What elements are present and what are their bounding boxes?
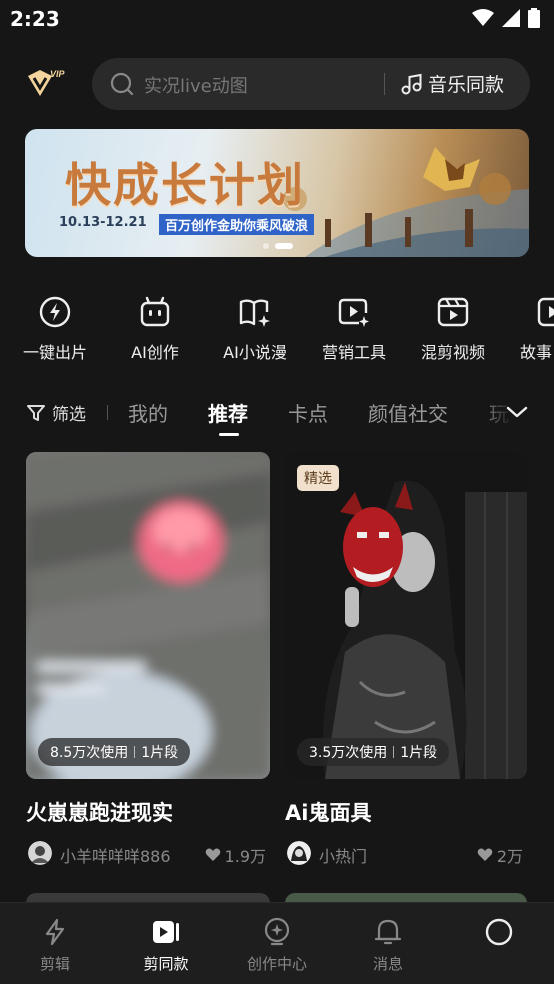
usage-chip: 8.5万次使用 1片段 bbox=[38, 738, 191, 766]
nav-label: 剪辑 bbox=[39, 955, 70, 973]
usage-count: 8.5万次使用 bbox=[50, 745, 129, 761]
blurred-preview bbox=[26, 452, 270, 779]
search-placeholder[interactable]: 实况live动图 bbox=[144, 72, 248, 98]
lightning-circle-icon bbox=[39, 296, 71, 328]
tab-mine[interactable]: 我的 bbox=[128, 398, 168, 427]
heart-icon bbox=[477, 848, 493, 861]
author-name[interactable]: 小羊咩咩咩886 bbox=[60, 843, 171, 867]
play-box-icon bbox=[537, 297, 554, 327]
category-tabs: 筛选 我的 推荐 卡点 颜值社交 玩 bbox=[0, 392, 554, 442]
search-icon bbox=[110, 72, 134, 96]
usage-separator bbox=[393, 746, 395, 758]
tool-quick-make[interactable]: 一键出片 bbox=[7, 290, 103, 363]
nav-profile[interactable] bbox=[444, 917, 554, 953]
tools-row: 一键出片 AI创作 AI小说漫 营销工具 混剪视频 故事 bbox=[0, 290, 554, 370]
like-count-value: 1.9万 bbox=[224, 847, 266, 866]
filter-button[interactable]: 筛选 bbox=[26, 400, 86, 425]
music-match-label: 音乐同款 bbox=[428, 74, 505, 96]
play-sparkle-icon bbox=[338, 298, 369, 327]
nav-label: 创作中心 bbox=[246, 955, 307, 973]
chevron-down-icon[interactable] bbox=[506, 405, 528, 419]
segment-count: 1片段 bbox=[141, 745, 179, 761]
bottom-nav: 剪辑 剪同款 创作中心 消息 bbox=[0, 902, 554, 984]
tool-label: AI创作 bbox=[131, 343, 179, 362]
tool-ai-create[interactable]: AI创作 bbox=[107, 290, 203, 363]
pager-dot bbox=[263, 243, 269, 249]
template-meta: 小羊咩咩咩886 1.9万 bbox=[26, 841, 270, 867]
tool-label: 混剪视频 bbox=[420, 343, 485, 362]
template-card[interactable]: 精选 3.5万次使用 1片段 Ai鬼面具 小热门 2万 bbox=[285, 452, 527, 867]
tool-label: 故事 bbox=[520, 343, 553, 362]
status-time: 2:23 bbox=[10, 7, 60, 31]
creator-bulb-icon bbox=[264, 917, 290, 946]
tab-divider bbox=[107, 405, 108, 420]
banner-slogan: 百万创作金助你乘风破浪 bbox=[159, 214, 315, 235]
promo-banner[interactable]: 快成长计划 10.13-12.21 百万创作金助你乘风破浪 bbox=[25, 129, 529, 257]
tool-marketing[interactable]: 营销工具 bbox=[306, 290, 402, 363]
usage-count: 3.5万次使用 bbox=[309, 745, 388, 761]
music-note-icon bbox=[401, 73, 422, 94]
like-count[interactable]: 1.9万 bbox=[205, 843, 266, 867]
tool-mix-video[interactable]: 混剪视频 bbox=[405, 290, 501, 363]
like-count[interactable]: 2万 bbox=[477, 843, 523, 867]
template-play-icon bbox=[153, 921, 179, 943]
status-icons bbox=[472, 8, 540, 28]
usage-chip: 3.5万次使用 1片段 bbox=[297, 738, 450, 766]
pager-dot-active bbox=[275, 243, 293, 249]
tool-story[interactable]: 故事 bbox=[504, 290, 554, 363]
nav-edit[interactable]: 剪辑 bbox=[0, 917, 110, 974]
avatar[interactable] bbox=[28, 841, 52, 865]
tab-active-indicator bbox=[219, 433, 239, 436]
nav-creator-center[interactable]: 创作中心 bbox=[222, 917, 332, 974]
featured-badge: 精选 bbox=[297, 465, 339, 491]
book-sparkle-icon bbox=[239, 299, 270, 327]
template-thumbnail[interactable]: 8.5万次使用 1片段 bbox=[26, 452, 270, 779]
lightning-icon bbox=[45, 918, 65, 946]
signal-icon bbox=[502, 9, 520, 27]
usage-separator bbox=[134, 746, 136, 758]
battery-icon bbox=[528, 8, 540, 28]
vip-icon[interactable]: VIP bbox=[24, 66, 70, 104]
bell-icon bbox=[374, 919, 402, 945]
nav-label: 剪同款 bbox=[143, 955, 189, 973]
nav-label: 消息 bbox=[372, 955, 403, 973]
template-card[interactable]: 8.5万次使用 1片段 火崽崽跑进现实 小羊咩咩咩886 1.9万 bbox=[26, 452, 270, 867]
like-count-value: 2万 bbox=[496, 847, 523, 866]
tool-label: 一键出片 bbox=[22, 343, 87, 362]
preview-image bbox=[285, 452, 527, 779]
template-title[interactable]: 火崽崽跑进现实 bbox=[26, 797, 270, 827]
banner-pager bbox=[263, 243, 293, 249]
template-meta: 小热门 2万 bbox=[285, 841, 527, 867]
tab-recommended[interactable]: 推荐 bbox=[208, 398, 248, 427]
search-divider bbox=[384, 73, 385, 95]
tab-beat-sync[interactable]: 卡点 bbox=[288, 398, 328, 427]
wifi-icon bbox=[472, 9, 494, 26]
robot-icon bbox=[140, 296, 170, 327]
filter-icon bbox=[27, 404, 45, 421]
tool-label: 营销工具 bbox=[321, 343, 386, 362]
nav-templates[interactable]: 剪同款 bbox=[111, 917, 221, 974]
avatar[interactable] bbox=[287, 841, 311, 865]
nav-messages[interactable]: 消息 bbox=[333, 917, 443, 974]
banner-title: 快成长计划 bbox=[65, 158, 305, 212]
tab-looks-social[interactable]: 颜值社交 bbox=[368, 398, 448, 427]
music-match-button[interactable]: 音乐同款 bbox=[400, 70, 504, 97]
segment-count: 1片段 bbox=[400, 745, 438, 761]
tool-ai-novel[interactable]: AI小说漫 bbox=[207, 290, 303, 363]
tool-label: AI小说漫 bbox=[223, 343, 287, 362]
filter-label: 筛选 bbox=[52, 405, 86, 425]
author-name[interactable]: 小热门 bbox=[319, 843, 367, 867]
profile-circle-icon bbox=[485, 918, 513, 946]
svg-text:VIP: VIP bbox=[50, 69, 66, 79]
film-play-icon bbox=[437, 297, 469, 327]
heart-icon bbox=[205, 848, 220, 861]
search-bar[interactable]: 实况live动图 音乐同款 bbox=[92, 58, 530, 110]
status-bar: 2:23 bbox=[0, 0, 554, 40]
template-thumbnail[interactable]: 精选 3.5万次使用 1片段 bbox=[285, 452, 527, 779]
template-title[interactable]: Ai鬼面具 bbox=[285, 797, 527, 827]
banner-date: 10.13-12.21 bbox=[59, 215, 147, 230]
